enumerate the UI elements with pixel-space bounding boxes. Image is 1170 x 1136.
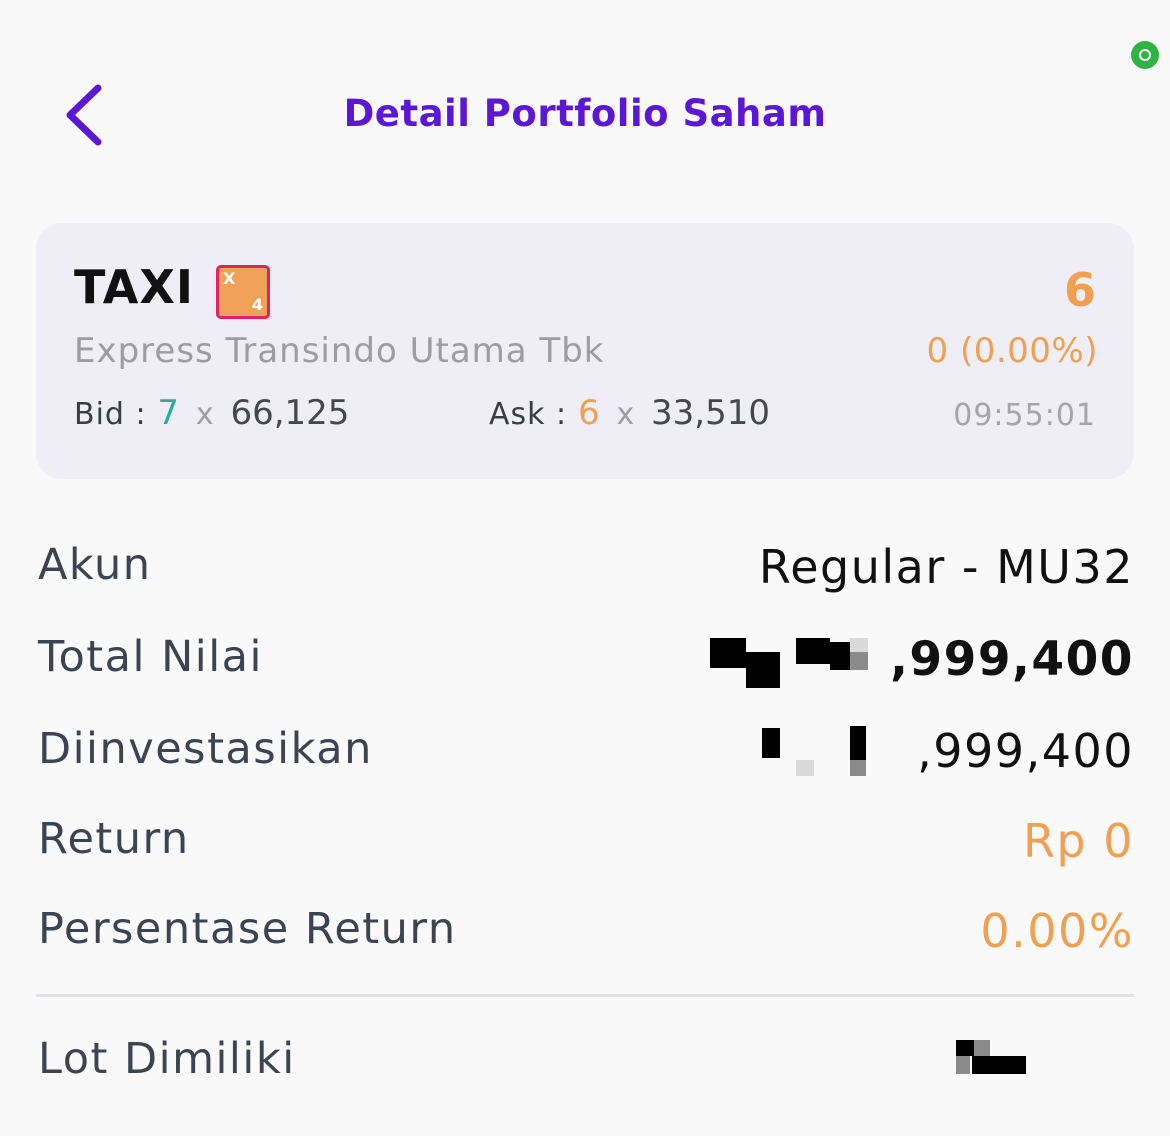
notation-letter: X — [223, 269, 236, 288]
return-label: Return — [38, 814, 190, 864]
total-value-row: Total Nilai ,999,400 — [38, 632, 1134, 692]
redaction-block — [746, 652, 780, 688]
portfolio-detail-screen: Detail Portfolio Saham TAXI X 4 Express … — [0, 0, 1170, 1136]
invested-row: Diinvestasikan ,999,400 — [38, 724, 1134, 784]
redaction-block — [850, 652, 868, 670]
redaction-block — [974, 1040, 990, 1056]
lots-owned-row: Lot Dimiliki — [38, 1034, 1134, 1094]
bid-lot: 7 — [157, 393, 180, 433]
account-row: Akun Regular - MU32 — [38, 540, 1134, 600]
ask-lot: 6 — [577, 393, 600, 433]
ask-quote: Ask : 6 x 33,510 — [489, 393, 770, 433]
invested-amount: ,999,400 — [917, 724, 1134, 778]
price-change: 0 (0.00%) — [926, 331, 1098, 371]
page-title: Detail Portfolio Saham — [343, 92, 827, 135]
return-row: Return Rp 0 — [38, 814, 1134, 874]
redaction-block — [956, 1056, 970, 1074]
status-indicator-icon — [1131, 41, 1159, 69]
bid-volume: 66,125 — [230, 393, 350, 433]
total-value-label: Total Nilai — [38, 632, 263, 682]
special-notation-badge[interactable]: X 4 — [216, 265, 270, 319]
return-percentage-row: Persentase Return 0.00% — [38, 904, 1134, 964]
redaction-block — [796, 638, 830, 664]
redaction-block — [850, 726, 866, 760]
times-sign: x — [195, 397, 214, 432]
redaction-block — [796, 760, 814, 776]
stock-summary-card[interactable]: TAXI X 4 Express Transindo Utama Tbk 6 0… — [36, 223, 1134, 479]
redaction-block — [710, 638, 746, 668]
times-sign: x — [616, 397, 635, 432]
section-divider — [36, 994, 1134, 997]
lots-owned-label: Lot Dimiliki — [38, 1034, 296, 1084]
ask-label: Ask : — [489, 397, 568, 432]
return-percentage-value: 0.00% — [980, 904, 1134, 958]
return-amount: Rp 0 — [1022, 814, 1134, 868]
notation-number: 4 — [251, 295, 263, 314]
invested-label: Diinvestasikan — [38, 724, 373, 774]
stock-ticker: TAXI — [74, 260, 194, 314]
redaction-block — [850, 638, 868, 652]
bid-quote: Bid : 7 x 66,125 — [74, 393, 349, 433]
ask-volume: 33,510 — [651, 393, 770, 433]
last-price: 6 — [1063, 263, 1096, 317]
return-percentage-label: Persentase Return — [38, 904, 457, 954]
redaction-block — [972, 1056, 1026, 1074]
company-name: Express Transindo Utama Tbk — [74, 331, 605, 371]
redaction-block — [850, 760, 866, 776]
total-value-amount: ,999,400 — [890, 632, 1134, 687]
redaction-block — [956, 1040, 974, 1056]
account-label: Akun — [38, 540, 152, 590]
account-value: Regular - MU32 — [758, 540, 1134, 594]
redaction-block — [762, 728, 780, 758]
bid-label: Bid : — [74, 397, 147, 432]
quote-time: 09:55:01 — [953, 398, 1096, 433]
